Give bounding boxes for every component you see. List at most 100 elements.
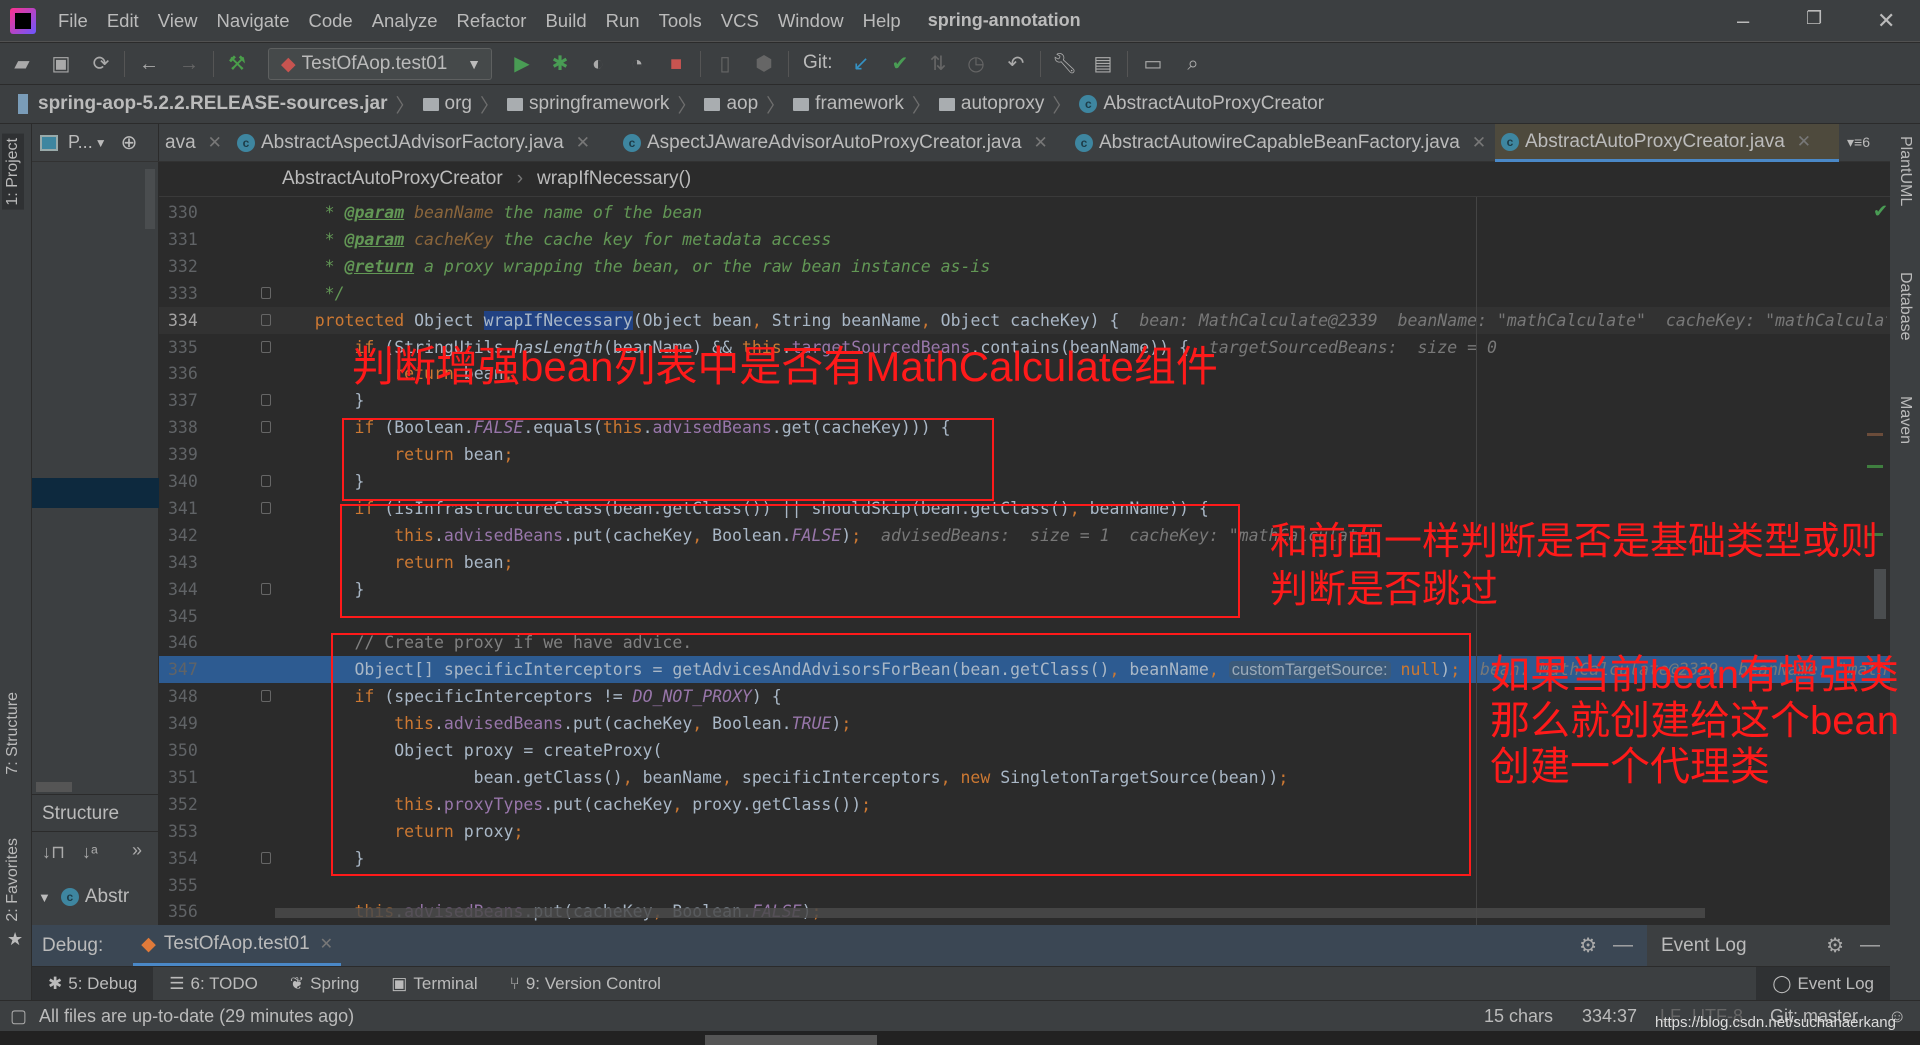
fold-marker-icon[interactable] xyxy=(261,340,271,353)
line-number[interactable]: 334 xyxy=(168,307,208,334)
build-hammer-icon[interactable]: ⚒ xyxy=(225,52,249,76)
gear-icon[interactable]: ⚙ xyxy=(1826,933,1844,958)
line-number[interactable]: 347 xyxy=(168,656,208,683)
line-number[interactable]: 332 xyxy=(168,253,208,280)
more-icon[interactable]: » xyxy=(132,840,142,861)
caret-position[interactable]: 334:37 xyxy=(1582,1006,1637,1027)
fold-marker-icon[interactable] xyxy=(261,421,271,434)
line-number[interactable]: 350 xyxy=(168,737,208,764)
line-number[interactable]: 345 xyxy=(168,603,208,630)
back-icon[interactable]: ← xyxy=(137,52,161,76)
run-configuration-select[interactable]: ◆ TestOfAop.test01 ▼ xyxy=(268,48,492,80)
terminal-icon[interactable]: ▭ xyxy=(1141,52,1165,76)
menu-vcs[interactable]: VCS xyxy=(721,10,759,32)
close-tab-icon[interactable]: ✕ xyxy=(320,934,333,954)
line-number[interactable]: 331 xyxy=(168,226,208,253)
line-number[interactable]: 341 xyxy=(168,495,208,522)
line-number[interactable]: 333 xyxy=(168,280,208,307)
locate-icon[interactable]: ⊕ xyxy=(121,130,138,155)
project-tool-button[interactable]: 1: Project xyxy=(2,134,24,210)
menu-code[interactable]: Code xyxy=(308,10,352,32)
menu-refactor[interactable]: Refactor xyxy=(457,10,527,32)
close-tab-icon[interactable]: ✕ xyxy=(208,133,222,153)
scrollbar[interactable] xyxy=(36,782,72,792)
favorites-tool-button[interactable]: 2: Favorites xyxy=(4,838,22,922)
fold-marker-icon[interactable] xyxy=(261,851,271,864)
tab-ava[interactable]: ava ✕ xyxy=(159,124,228,162)
tab-overflow-button[interactable]: ▾≡6 xyxy=(1847,134,1870,151)
menu-edit[interactable]: Edit xyxy=(107,10,139,32)
code-line[interactable]: 332 * @return a proxy wrapping the bean,… xyxy=(159,253,1890,280)
close-tab-icon[interactable]: ✕ xyxy=(1472,133,1486,153)
line-number[interactable]: 343 xyxy=(168,549,208,576)
menu-help[interactable]: Help xyxy=(863,10,901,32)
tool-window-event-log[interactable]: ◯ Event Log xyxy=(1756,966,1890,1001)
fold-marker-icon[interactable] xyxy=(261,582,271,595)
device-icon[interactable]: ▯ xyxy=(713,52,737,76)
tab-aspectj-aware-advisor-auto-proxy-creator[interactable]: c AspectJAwareAdvisorAutoProxyCreator.jav… xyxy=(617,124,1054,162)
nav-class[interactable]: AbstractAutoProxyCreator xyxy=(1103,93,1324,115)
fold-marker-icon[interactable] xyxy=(261,394,271,407)
search-icon[interactable]: ⌕ xyxy=(1181,52,1205,76)
line-number[interactable]: 337 xyxy=(168,387,208,414)
line-number[interactable]: 352 xyxy=(168,791,208,818)
line-number[interactable]: 335 xyxy=(168,334,208,361)
close-tab-icon[interactable]: ✕ xyxy=(1797,132,1811,152)
tool-window-spring[interactable]: ❦ Spring xyxy=(274,967,375,1001)
menu-tools[interactable]: Tools xyxy=(659,10,702,32)
menu-navigate[interactable]: Navigate xyxy=(216,10,289,32)
tab-abstract-autowire-capable-bean-factory[interactable]: c AbstractAutowireCapableBeanFactory.java… xyxy=(1069,124,1492,162)
line-number[interactable]: 354 xyxy=(168,845,208,872)
menu-view[interactable]: View xyxy=(158,10,198,32)
tool-window-todo[interactable]: ☰ 6: TODO xyxy=(153,967,274,1001)
horizontal-scrollbar[interactable] xyxy=(275,908,1705,918)
plantuml-tool-button[interactable]: PlantUML xyxy=(1896,136,1914,206)
close-window-button[interactable]: ✕ xyxy=(1877,8,1895,34)
menu-run[interactable]: Run xyxy=(606,10,640,32)
line-number[interactable]: 330 xyxy=(168,199,208,226)
forward-icon[interactable]: → xyxy=(177,52,201,76)
nav-autoproxy[interactable]: autoproxy xyxy=(961,93,1044,115)
tab-abstract-aspectj-advisor-factory[interactable]: c AbstractAspectJAdvisorFactory.java ✕ xyxy=(231,124,596,162)
code-line[interactable]: 333 */ xyxy=(159,280,1890,307)
breadcrumb-class[interactable]: AbstractAutoProxyCreator xyxy=(282,168,503,190)
fold-marker-icon[interactable] xyxy=(261,690,271,703)
revert-icon[interactable]: ↶ xyxy=(1004,52,1028,76)
restore-button[interactable]: ❐ xyxy=(1806,8,1822,29)
settings-wrench-icon[interactable]: 🔧︎ xyxy=(1052,52,1077,76)
stop-icon[interactable]: ■ xyxy=(664,52,688,76)
database-tool-button[interactable]: Database xyxy=(1896,272,1914,341)
maven-tool-button[interactable]: Maven xyxy=(1896,396,1914,444)
menu-build[interactable]: Build xyxy=(545,10,586,32)
sync-icon[interactable]: ⟳ xyxy=(89,52,113,76)
code-line[interactable]: 330 * @param beanName the name of the be… xyxy=(159,199,1890,226)
project-view-select[interactable]: P... xyxy=(68,132,93,153)
scrollbar[interactable] xyxy=(145,169,155,229)
git-compare-icon[interactable]: ⇅ xyxy=(926,52,950,76)
close-tab-icon[interactable]: ✕ xyxy=(1034,133,1048,153)
sort-visibility-icon[interactable]: ↓⊓ xyxy=(42,842,65,863)
menu-window[interactable]: Window xyxy=(778,10,844,32)
line-number[interactable]: 356 xyxy=(168,898,208,925)
save-icon[interactable]: ▣ xyxy=(49,52,73,76)
profile-icon[interactable]: ◔ xyxy=(625,52,649,76)
gear-icon[interactable]: ⚙ xyxy=(1579,933,1597,958)
line-number[interactable]: 351 xyxy=(168,764,208,791)
tool-window-debug[interactable]: ✱ 5: Debug xyxy=(32,966,154,1001)
tab-abstract-auto-proxy-creator[interactable]: c AbstractAutoProxyCreator.java ✕ xyxy=(1495,124,1839,162)
scrollbar[interactable] xyxy=(705,1035,877,1045)
deploy-icon[interactable]: ⬢ xyxy=(752,52,776,76)
line-number[interactable]: 349 xyxy=(168,710,208,737)
line-number[interactable]: 339 xyxy=(168,441,208,468)
structure-tree-item[interactable]: ▼ c Abstr xyxy=(32,882,159,912)
nav-framework[interactable]: framework xyxy=(815,93,904,115)
line-number[interactable]: 338 xyxy=(168,414,208,441)
code-line[interactable]: 331 * @param cacheKey the cache key for … xyxy=(159,226,1890,253)
nav-aop[interactable]: aop xyxy=(726,93,758,115)
line-number[interactable]: 355 xyxy=(168,872,208,899)
close-tab-icon[interactable]: ✕ xyxy=(576,133,590,153)
open-folder-icon[interactable]: ▰ xyxy=(10,52,34,76)
minimize-button[interactable]: – xyxy=(1737,8,1749,34)
debug-icon[interactable]: ✱ xyxy=(548,52,572,76)
line-number[interactable]: 353 xyxy=(168,818,208,845)
